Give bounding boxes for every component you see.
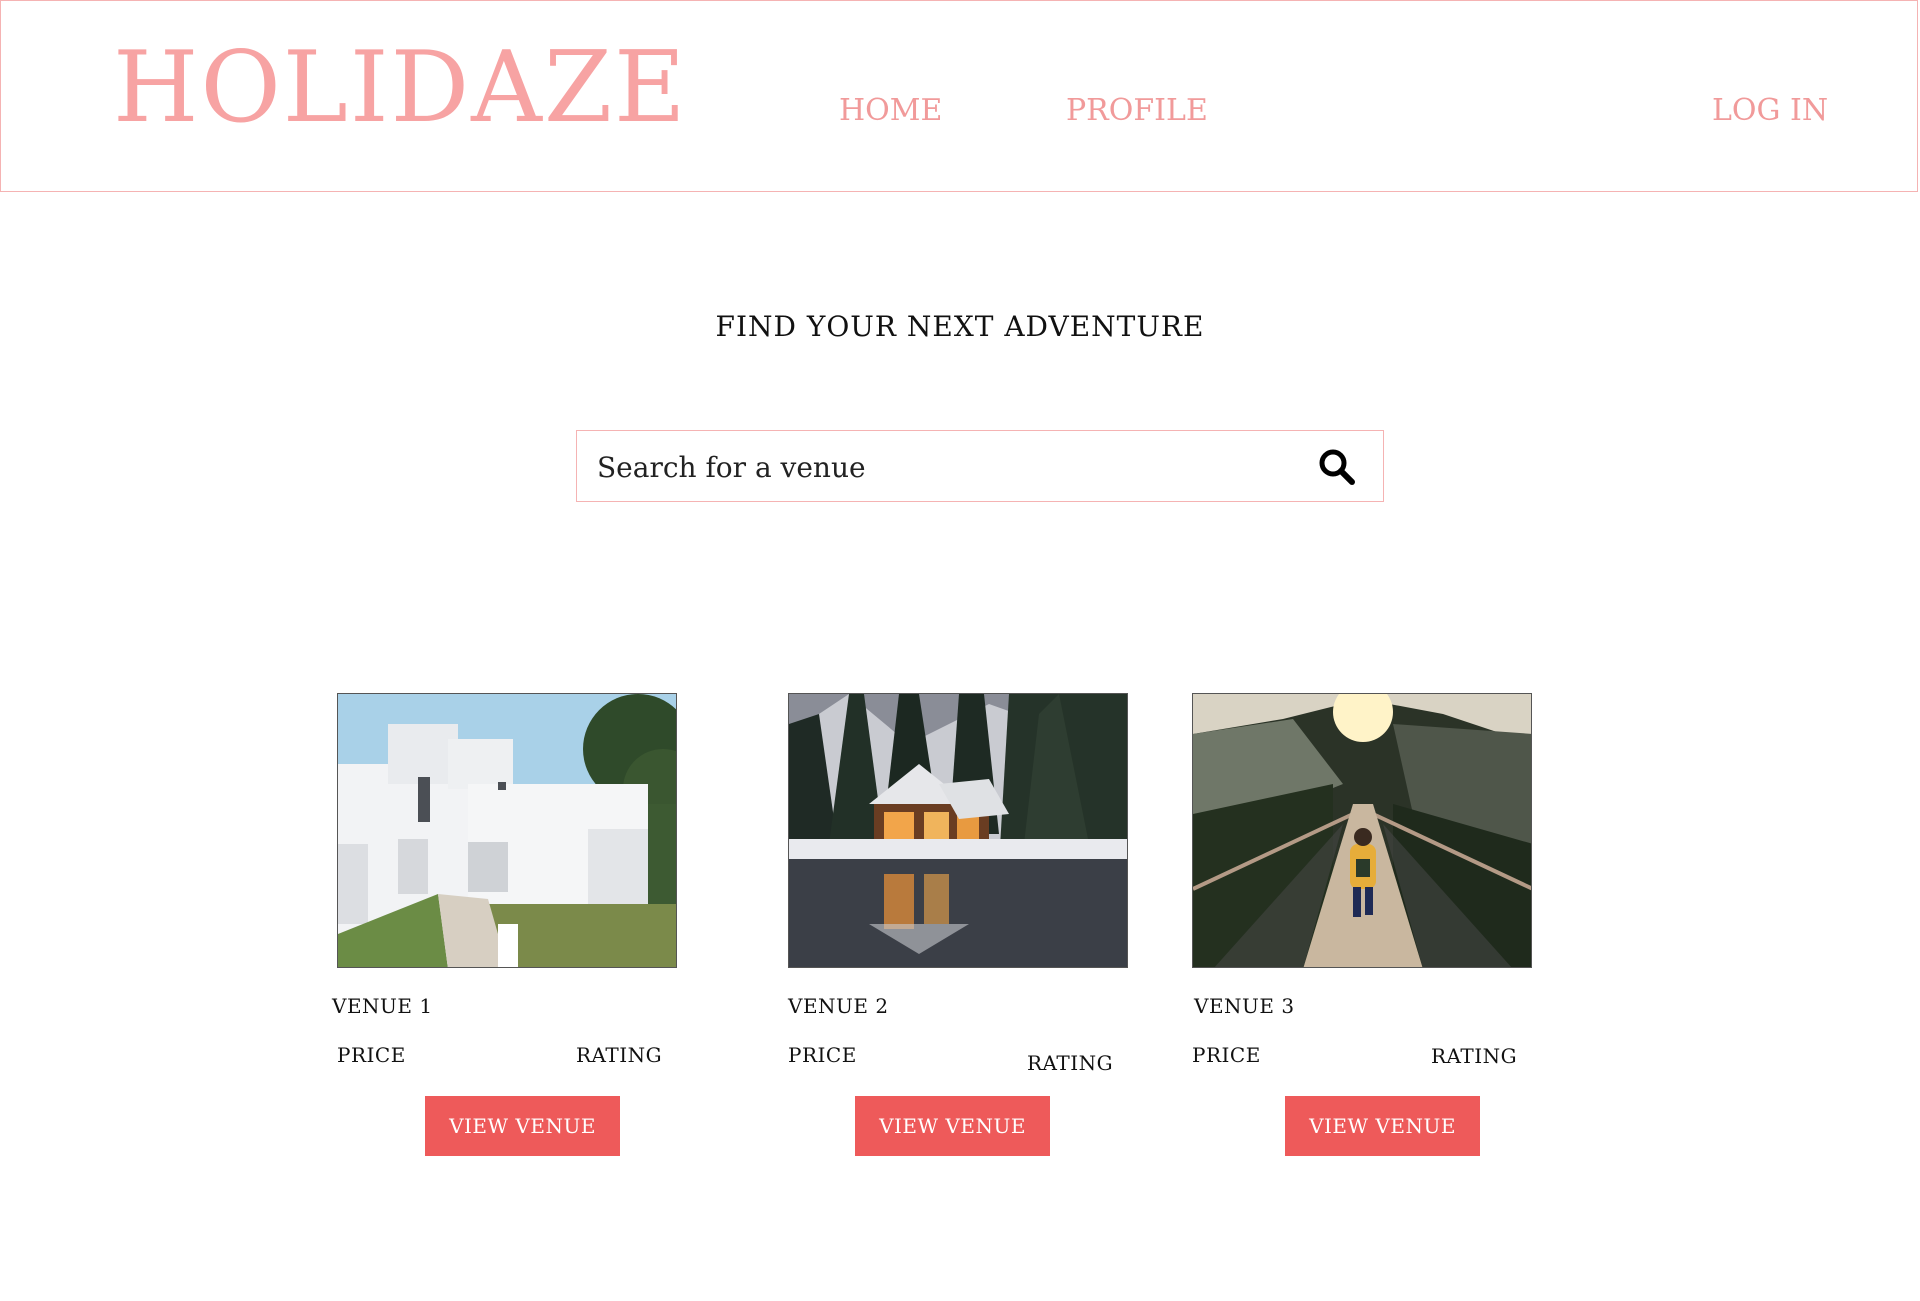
venue-image-1[interactable] bbox=[337, 693, 677, 968]
venue-price-1: PRICE bbox=[337, 1043, 406, 1067]
venue-rating-3: RATING bbox=[1431, 1044, 1518, 1068]
search-input[interactable] bbox=[595, 441, 1279, 493]
venue-name-3: VENUE 3 bbox=[1194, 994, 1295, 1018]
view-venue-button-1[interactable]: VIEW VENUE bbox=[425, 1096, 620, 1156]
venue-rating-1: RATING bbox=[576, 1043, 663, 1067]
venue-image-3[interactable] bbox=[1192, 693, 1532, 968]
search-icon[interactable] bbox=[1317, 447, 1357, 487]
venue-price-2: PRICE bbox=[788, 1043, 857, 1067]
site-header: HOLIDAZE HOME PROFILE LOG IN bbox=[0, 0, 1918, 192]
venue-price-3: PRICE bbox=[1192, 1043, 1261, 1067]
nav-login-link[interactable]: LOG IN bbox=[1712, 96, 1828, 126]
page-headline: FIND YOUR NEXT ADVENTURE bbox=[715, 310, 1205, 343]
venue-image-2[interactable] bbox=[788, 693, 1128, 968]
search-bar bbox=[576, 430, 1384, 502]
site-logo[interactable]: HOLIDAZE bbox=[113, 39, 688, 137]
venue-name-1: VENUE 1 bbox=[332, 994, 433, 1018]
view-venue-button-3[interactable]: VIEW VENUE bbox=[1285, 1096, 1480, 1156]
venue-rating-2: RATING bbox=[1027, 1051, 1114, 1075]
nav-profile-link[interactable]: PROFILE bbox=[1066, 96, 1208, 126]
nav-home-link[interactable]: HOME bbox=[839, 96, 942, 126]
venue-name-2: VENUE 2 bbox=[788, 994, 889, 1018]
view-venue-button-2[interactable]: VIEW VENUE bbox=[855, 1096, 1050, 1156]
